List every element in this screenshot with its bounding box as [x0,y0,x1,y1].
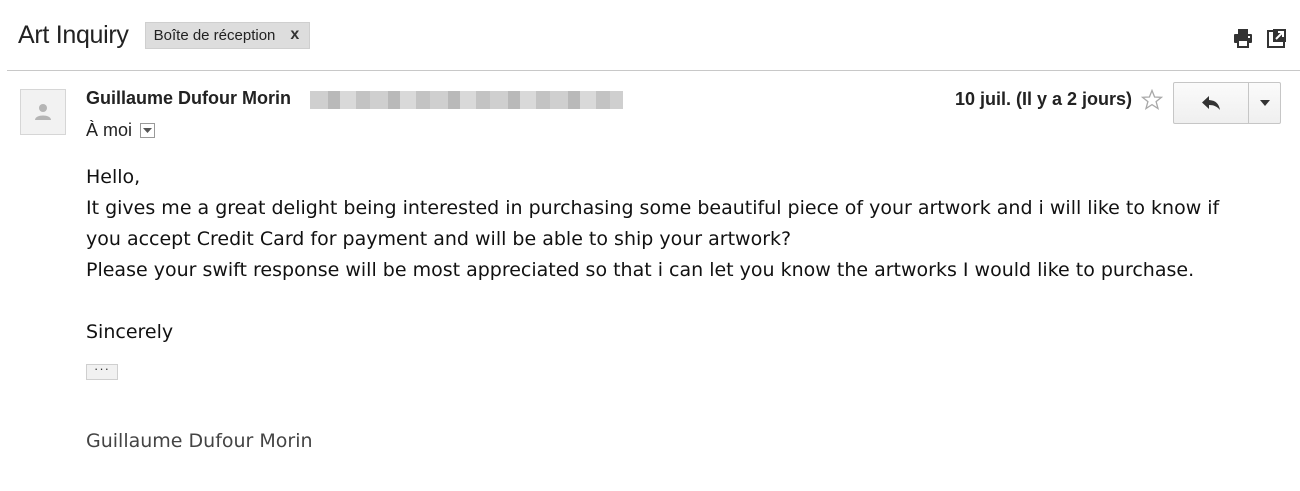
show-trimmed-content-button[interactable]: ··· [86,362,118,380]
email-view: Art Inquiry Boîte de réception x Guillau… [0,0,1300,491]
new-window-icon[interactable] [1266,27,1288,49]
reply-button[interactable] [1174,83,1249,123]
recipient-row: À moi [86,120,156,141]
inbox-label-text: Boîte de réception [153,26,276,44]
person-icon [35,104,51,120]
body-line-3: Please your swift response will be most … [86,259,1195,281]
signature: Guillaume Dufour Morin [86,430,313,452]
chevron-down-icon [143,127,153,133]
subject-title: Art Inquiry [18,20,129,49]
body-line-2: you accept Credit Card for payment and w… [86,228,792,250]
reply-button-group [1173,82,1281,124]
print-icon[interactable] [1232,27,1254,49]
reply-icon [1202,96,1220,110]
sender-email-redacted [310,91,623,109]
sender-avatar[interactable] [20,89,66,135]
sender-name[interactable]: Guillaume Dufour Morin [86,88,291,109]
chevron-down-icon [1259,100,1270,106]
recipient-text: À moi [86,120,133,140]
star-icon[interactable] [1141,89,1163,111]
top-actions [1232,27,1288,49]
subject-row: Art Inquiry Boîte de réception x [18,18,311,52]
inbox-label-chip[interactable]: Boîte de réception x [144,21,311,49]
message-date: 10 juil. (Il y a 2 jours) [954,89,1132,109]
body-line-1: It gives me a great delight being intere… [86,197,1220,219]
more-actions-button[interactable] [1249,83,1280,123]
body-greeting: Hello, [86,166,141,188]
show-details-button[interactable] [140,123,156,138]
remove-label-button[interactable]: x [290,26,299,44]
message-body: Hello, It gives me a great delight being… [86,162,1266,348]
header-divider [7,70,1300,71]
body-closing: Sincerely [86,321,174,343]
